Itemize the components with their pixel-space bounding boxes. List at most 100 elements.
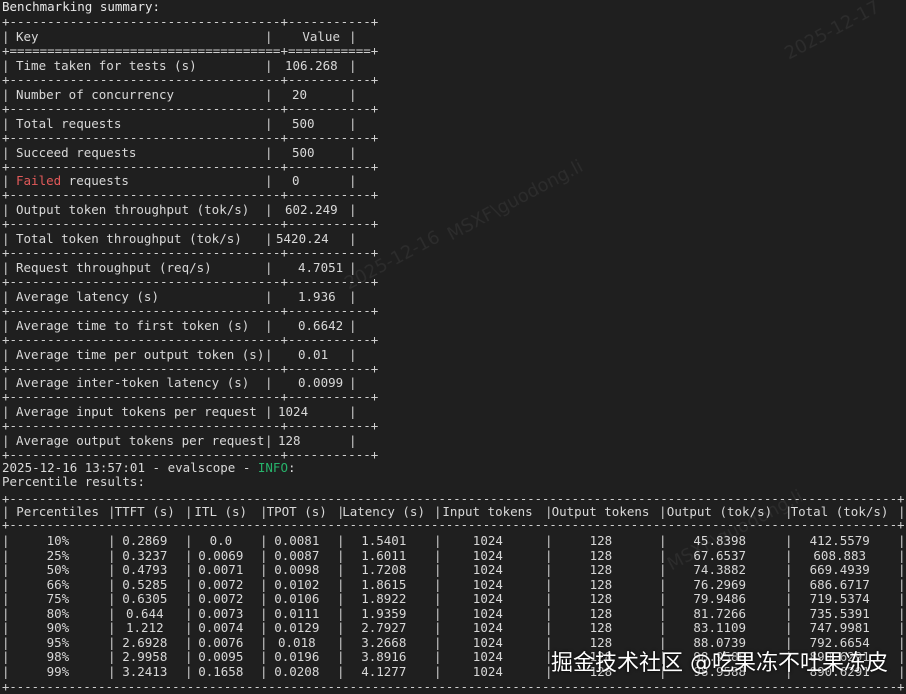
log-level: INFO xyxy=(257,460,288,475)
table-border: | xyxy=(659,533,667,548)
table-border: | xyxy=(265,202,273,218)
percentile-cell: 1024 xyxy=(472,663,503,679)
table-border: | xyxy=(265,259,273,275)
percentile-cell: 0.0129 xyxy=(274,620,320,635)
table-border: | xyxy=(785,533,793,548)
percentile-title: Percentile results: xyxy=(2,474,145,489)
table-border: | xyxy=(545,620,553,635)
percentile-cell: 1024 xyxy=(472,591,503,606)
percentile-cell: 0.644 xyxy=(126,605,164,621)
log-prefix: 2025-12-16 13:57:01 - evalscope - xyxy=(2,460,258,475)
table-border: | xyxy=(349,288,357,304)
percentile-cell: 0.0072 xyxy=(198,591,244,606)
percentile-cell: 75% xyxy=(46,591,70,606)
percentile-cell: 0.1658 xyxy=(198,663,244,679)
percentile-cell: 1024 xyxy=(472,605,503,621)
table-border: | xyxy=(2,649,10,664)
table-border: +---------------------------------------… xyxy=(2,680,905,694)
percentile-cell: 0.3237 xyxy=(122,547,168,563)
table-border: | xyxy=(545,576,553,592)
percentile-cell: 1024 xyxy=(472,634,503,650)
percentile-cell: 128 xyxy=(589,562,613,577)
table-border: | xyxy=(108,576,116,592)
percentile-cell: 128 xyxy=(589,547,613,563)
percentile-cell: 90% xyxy=(46,620,70,635)
table-border: | xyxy=(434,591,442,606)
table-border: | xyxy=(337,634,345,650)
summary-key: Succeed requests xyxy=(16,144,137,160)
percentile-cell: 1.7208 xyxy=(361,562,407,577)
table-border: | xyxy=(349,173,357,189)
table-border: | xyxy=(898,634,906,650)
table-border: | xyxy=(2,620,10,635)
table-border: | xyxy=(545,605,553,621)
table-border: | xyxy=(2,346,10,362)
table-border: | xyxy=(108,649,116,664)
summary-title: Benchmarking summary: xyxy=(2,0,161,14)
percentile-row: | | | | | | | | | | 90% 1.212 0.0074 0.0129 2.7927 1024… xyxy=(2,620,906,635)
table-border: | xyxy=(898,562,906,577)
table-border: | xyxy=(108,663,116,679)
table-border: | xyxy=(185,562,193,577)
table-border: | xyxy=(337,605,345,621)
table-border: | xyxy=(349,346,357,362)
table-border: | xyxy=(545,591,553,606)
table-border: | xyxy=(337,576,345,592)
table-border: | xyxy=(260,547,268,563)
table-border: | xyxy=(349,259,357,275)
percentile-cell: 1024 xyxy=(472,620,503,635)
table-border: | xyxy=(785,591,793,606)
percentile-cell: 0.0208 xyxy=(274,663,320,679)
table-border: | xyxy=(265,86,273,102)
table-border: | xyxy=(185,605,193,621)
table-border: | xyxy=(898,591,906,606)
table-border: | xyxy=(349,29,357,44)
summary-value: 1024 xyxy=(278,404,309,420)
percentile-cell: 128 xyxy=(589,576,613,592)
table-border: | xyxy=(260,634,268,650)
table-border: | xyxy=(785,605,793,621)
table-border: | xyxy=(260,649,268,664)
percentile-cell: 1024 xyxy=(472,576,503,592)
table-border: | xyxy=(260,605,268,621)
percentile-cell: 1.5401 xyxy=(361,533,407,548)
percentile-cell: 1024 xyxy=(472,547,503,563)
table-border: | xyxy=(108,547,116,563)
percentile-cell: 81.7266 xyxy=(693,605,747,621)
table-border: | xyxy=(434,605,442,621)
table-border: | xyxy=(659,547,667,563)
percentile-cell: 3.8916 xyxy=(361,649,407,664)
table-border: | xyxy=(185,649,193,664)
terminal-window[interactable]: MSXF\guodong.li 2025-12-16 2025-12-17 MS… xyxy=(0,0,906,694)
table-border: | xyxy=(434,649,442,664)
column-header: Latency (s) xyxy=(342,504,425,519)
table-border: | xyxy=(349,144,357,160)
table-border: | xyxy=(2,288,10,304)
table-border: | xyxy=(898,547,906,563)
percentile-cell: 2.6928 xyxy=(122,634,168,650)
table-border: | xyxy=(785,620,793,635)
percentile-row: | | | | | | | | | | 25% 0.3237 0.0069 0.0087 1.6011 102… xyxy=(2,547,906,563)
table-border: | xyxy=(108,620,116,635)
table-border: | xyxy=(785,576,793,592)
table-border: | xyxy=(260,533,268,548)
table-border: | xyxy=(349,231,357,247)
percentile-cell: 0.0073 xyxy=(198,605,244,621)
summary-key: Time taken for tests (s) xyxy=(16,58,197,73)
table-border: | xyxy=(108,562,116,577)
table-border: | xyxy=(349,86,357,102)
failed-label: Failed xyxy=(16,173,62,189)
log-suffix: : xyxy=(287,460,296,475)
column-header: Output tokens xyxy=(551,504,650,519)
percentile-cell: 0.0071 xyxy=(198,562,244,577)
table-border: | xyxy=(785,562,793,577)
table-border: | xyxy=(265,346,273,362)
table-border: | xyxy=(2,562,10,577)
table-border: | xyxy=(265,115,273,131)
table-border: | xyxy=(337,591,345,606)
table-border: | xyxy=(337,663,345,679)
percentile-cell: 45.8398 xyxy=(693,533,747,548)
table-border: | xyxy=(265,375,273,391)
table-border: | xyxy=(545,562,553,577)
value-header: Value xyxy=(302,29,340,44)
